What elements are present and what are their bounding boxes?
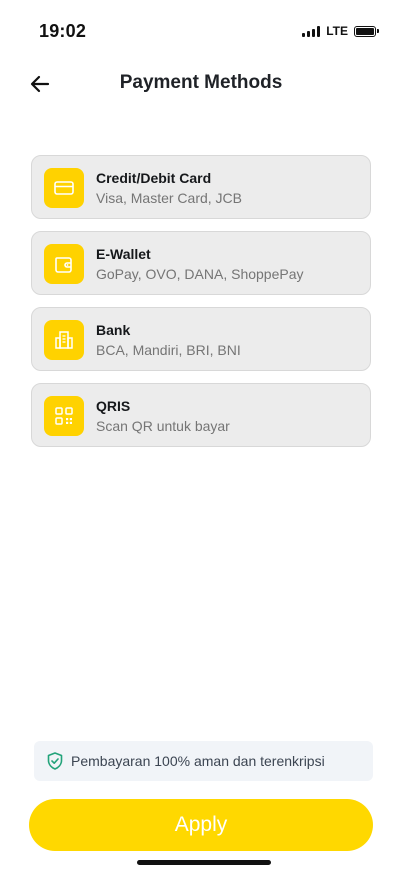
- wallet-icon: [44, 244, 84, 284]
- status-indicators: LTE: [302, 24, 379, 38]
- page-title: Payment Methods: [119, 72, 283, 93]
- signal-icon: [302, 25, 321, 37]
- method-subtitle: Scan QR untuk bayar: [96, 418, 230, 434]
- battery-icon: [354, 25, 379, 37]
- method-qris[interactable]: QRIS Scan QR untuk bayar: [31, 383, 371, 447]
- header: Payment Methods: [0, 62, 402, 106]
- bank-building-icon: [44, 320, 84, 360]
- method-subtitle: GoPay, OVO, DANA, ShoppePay: [96, 266, 304, 282]
- method-subtitle: BCA, Mandiri, BRI, BNI: [96, 342, 241, 358]
- method-title: QRIS: [96, 398, 131, 414]
- shield-check-icon: [47, 752, 63, 770]
- secure-note-text: Pembayaran 100% aman dan terenkripsi: [71, 753, 325, 769]
- method-title: Credit/Debit Card: [96, 170, 212, 186]
- method-e-wallet[interactable]: E-Wallet GoPay, OVO, DANA, ShoppePay: [31, 231, 371, 295]
- status-bar: 19:02 LTE: [0, 0, 402, 62]
- method-title: Bank: [96, 322, 131, 338]
- method-credit-card[interactable]: Credit/Debit Card Visa, Master Card, JCB: [31, 155, 371, 219]
- payment-methods-screen: 19:02 LTE Payment Methods Credit/Debit C…: [0, 0, 402, 874]
- apply-button[interactable]: Apply: [29, 799, 373, 851]
- method-subtitle: Visa, Master Card, JCB: [96, 190, 243, 206]
- method-bank[interactable]: Bank BCA, Mandiri, BRI, BNI: [31, 307, 371, 371]
- method-title: E-Wallet: [96, 246, 151, 262]
- credit-card-icon: [44, 168, 84, 208]
- qr-code-icon: [44, 396, 84, 436]
- home-indicator: [137, 860, 271, 865]
- payment-method-list: Credit/Debit Card Visa, Master Card, JCB…: [31, 155, 371, 459]
- status-time: 19:02: [39, 21, 87, 41]
- secure-payment-note: Pembayaran 100% aman dan terenkripsi: [34, 741, 373, 781]
- network-label: LTE: [326, 24, 348, 38]
